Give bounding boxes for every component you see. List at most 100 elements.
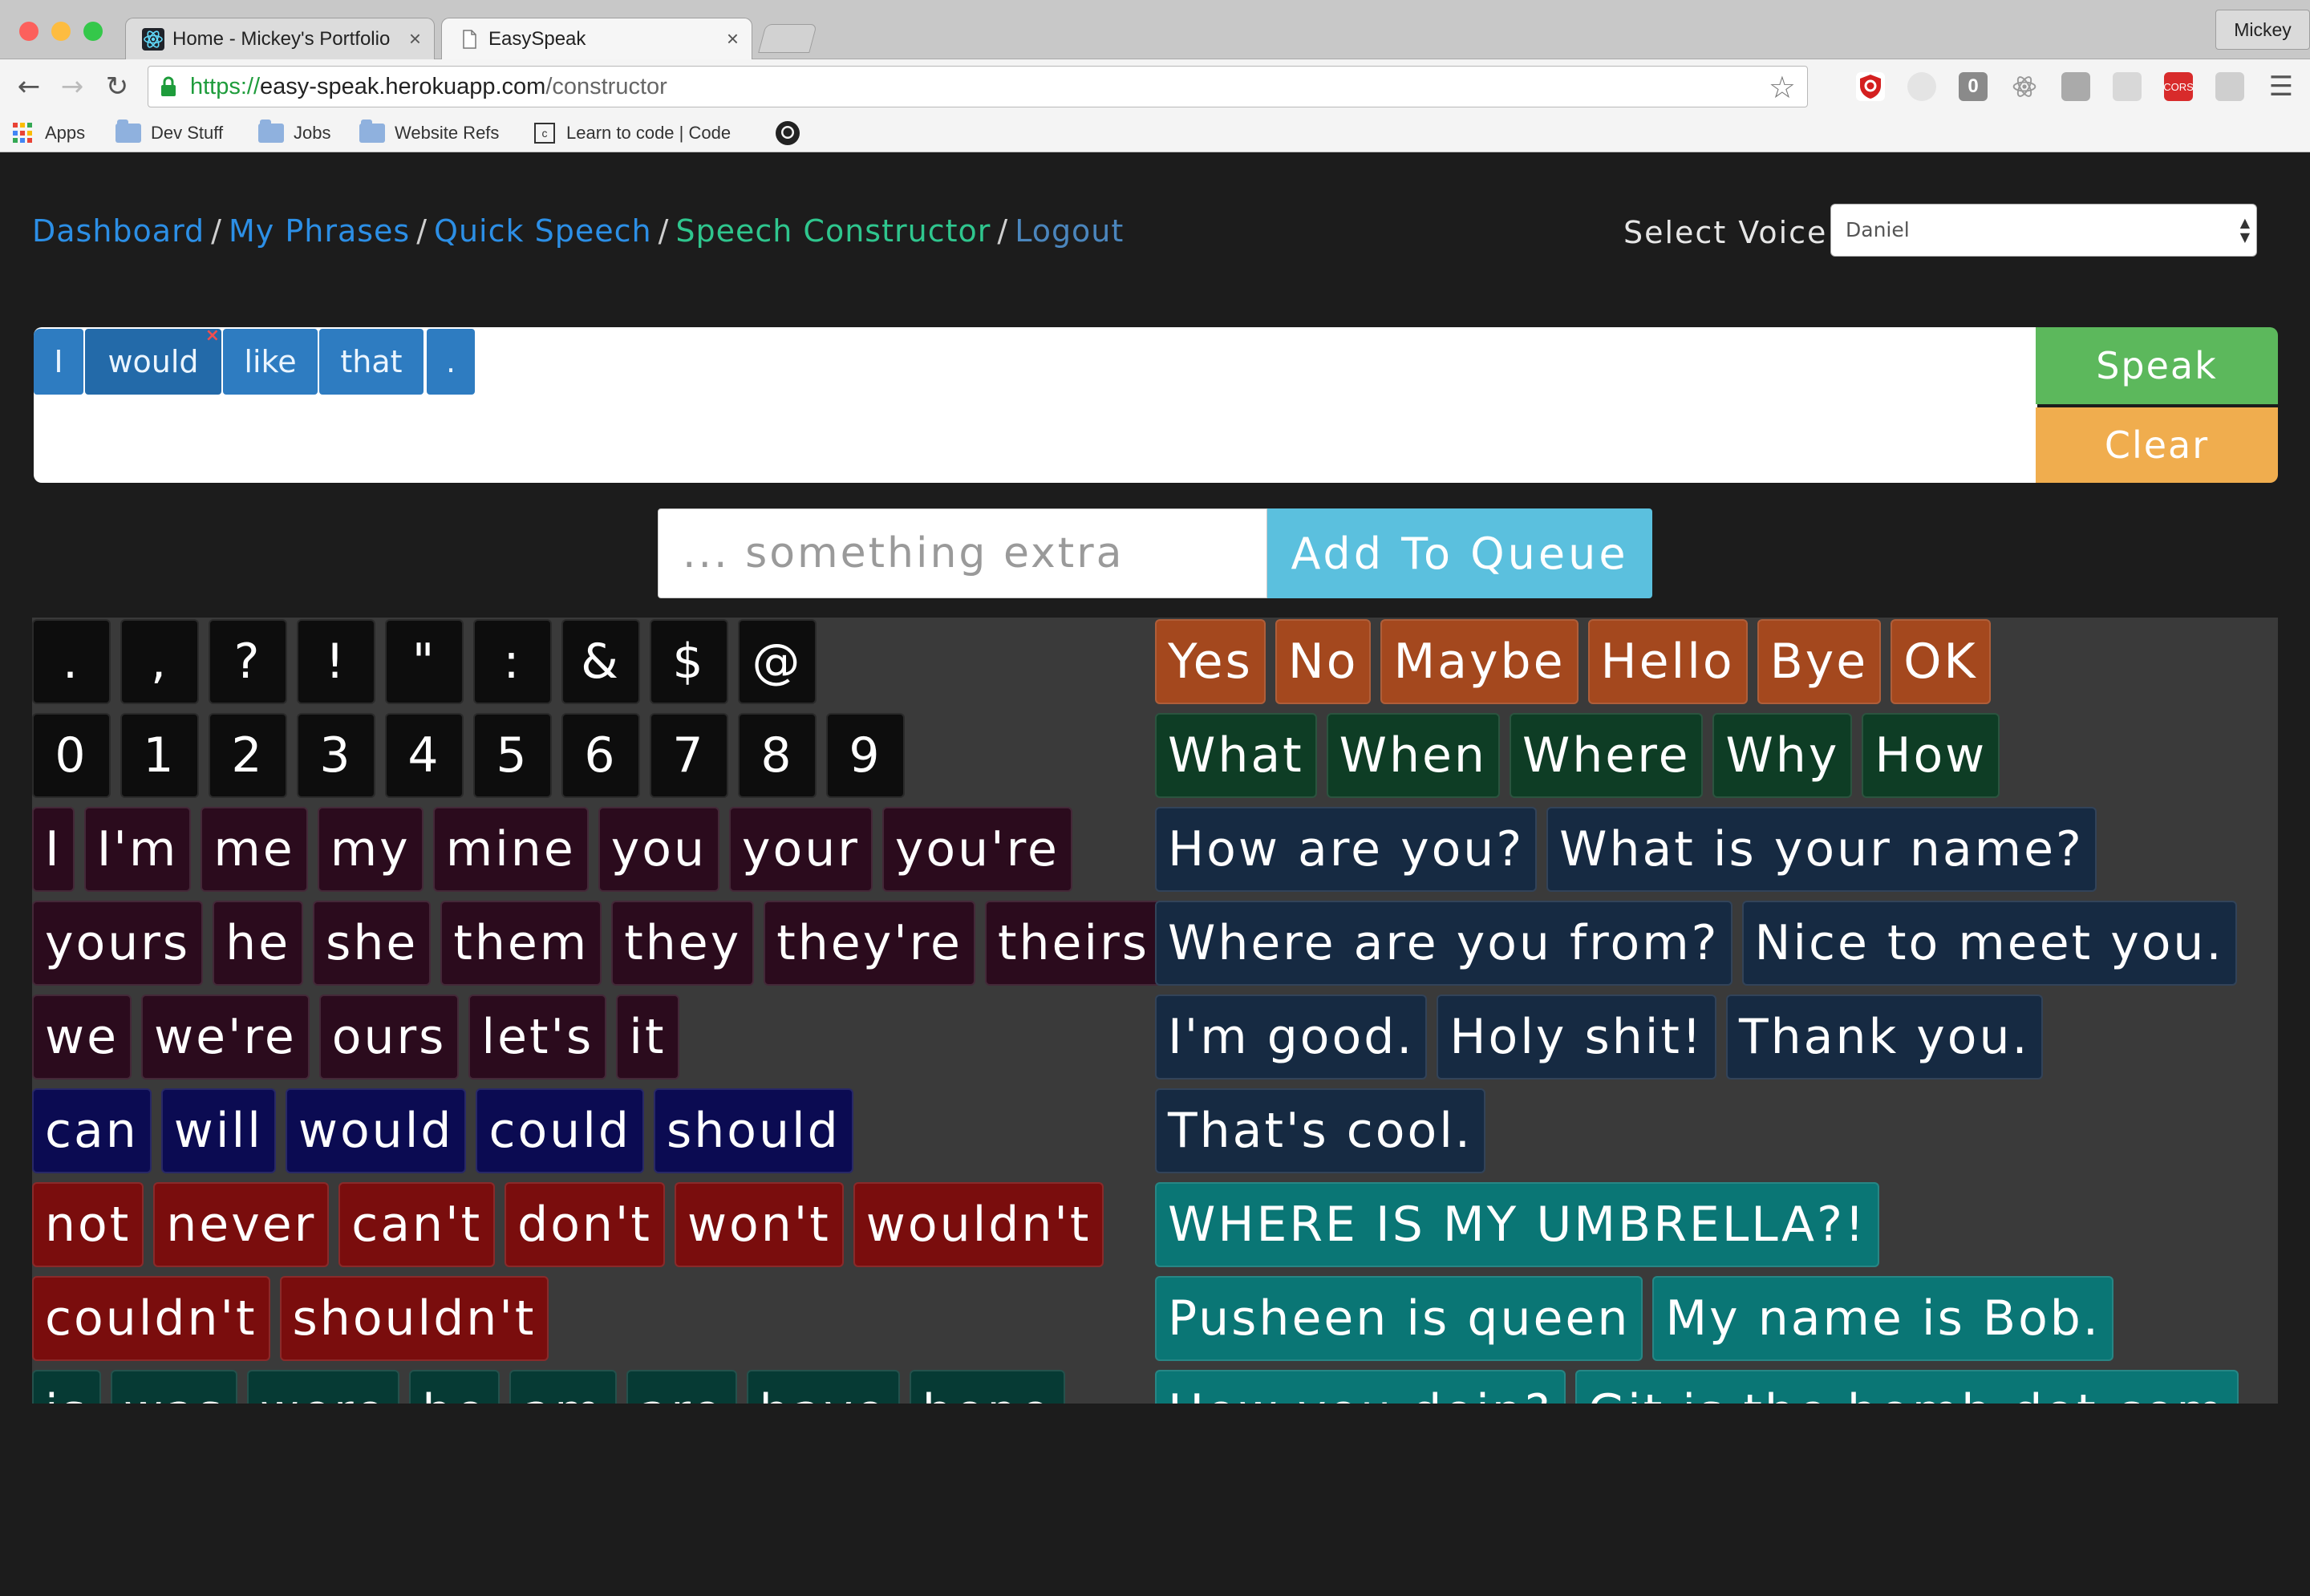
word-tile[interactable]: 0 [32,713,111,798]
speak-button[interactable]: Speak [2036,327,2278,404]
tab-portfolio[interactable]: Home - Mickey's Portfolio × [125,18,435,59]
word-tile[interactable]: will [160,1088,276,1173]
word-tile[interactable]: ours [318,994,460,1080]
ublock-icon[interactable] [1856,72,1885,101]
profile-button[interactable]: Mickey [2215,10,2310,50]
word-tile[interactable]: What [1155,713,1317,798]
word-tile[interactable]: I'm [83,807,192,892]
word-tile[interactable]: you [598,807,719,892]
cors-icon[interactable]: CORS [2163,72,2194,101]
word-tile[interactable]: can't [338,1182,496,1267]
word-tile[interactable]: mine [432,807,589,892]
word-tile[interactable]: your [729,807,873,892]
zero-icon[interactable]: 0 [1959,72,1988,101]
word-tile[interactable]: they [611,901,755,986]
word-tile[interactable]: them [440,901,602,986]
address-bar[interactable]: https://easy-speak.herokuapp.com/constru… [148,66,1808,107]
word-tile[interactable]: have [746,1370,900,1404]
add-to-queue-button[interactable]: Add To Queue [1267,508,1652,598]
bookmark-learn-to-code[interactable]: c Learn to code | Code [534,119,754,147]
word-tile[interactable]: Thank you. [1726,994,2043,1080]
word-tile[interactable]: let's [468,994,607,1080]
queue-word[interactable]: would × [85,326,221,395]
nav-logout[interactable]: Logout [1015,213,1124,249]
word-tile[interactable]: When [1326,713,1500,798]
word-tile[interactable]: they're [764,901,975,986]
word-tile[interactable]: not [32,1182,144,1267]
word-tile[interactable]: ! [297,619,375,704]
word-tile[interactable]: would [285,1088,467,1173]
word-tile[interactable]: we [32,994,132,1080]
word-tile[interactable]: How are you? [1155,807,1538,892]
word-tile[interactable]: $ [650,619,728,704]
voice-select[interactable]: Daniel ▲ ▼ [1830,204,2257,257]
word-tile[interactable]: hope [909,1370,1065,1404]
word-tile[interactable]: theirs [984,901,1163,986]
close-tab-icon[interactable]: × [409,26,421,51]
word-tile[interactable]: were [247,1370,400,1404]
menu-icon[interactable]: ☰ [2262,67,2300,106]
nav-speech-constructor[interactable]: Speech Constructor [675,213,991,249]
remove-word-icon[interactable]: × [205,326,220,346]
word-tile[interactable]: " [385,619,464,704]
word-tile[interactable]: you're [881,807,1072,892]
bookmark-jobs[interactable]: Jobs [258,119,330,147]
chrome-ext-icon[interactable] [2061,72,2090,101]
close-window-button[interactable] [19,22,38,41]
word-tile[interactable]: he [213,901,304,986]
bookmark-star-icon[interactable]: ☆ [1769,70,1796,105]
word-tile[interactable]: 9 [826,713,905,798]
speech-queue[interactable]: I would × like that . [34,326,2037,483]
forward-arrow-icon[interactable]: → [53,67,91,106]
word-tile[interactable]: yours [32,901,204,986]
word-tile[interactable]: 3 [297,713,375,798]
word-tile[interactable]: it [616,994,679,1080]
word-tile[interactable]: wouldn't [853,1182,1104,1267]
word-tile[interactable]: 2 [209,713,287,798]
bookmark-apps[interactable]: Apps [13,119,85,147]
word-tile[interactable]: Where are you from? [1155,901,1732,986]
queue-word[interactable]: like [223,329,318,395]
back-arrow-icon[interactable]: ← [10,67,48,106]
word-tile[interactable]: can [32,1088,152,1173]
word-tile[interactable]: couldn't [32,1276,270,1361]
word-tile[interactable]: I'm good. [1155,994,1428,1080]
word-tile[interactable]: How [1862,713,2000,798]
word-tile[interactable]: Pusheen is queen [1155,1276,1643,1361]
nav-my-phrases[interactable]: My Phrases [229,213,410,249]
reload-icon[interactable]: ↻ [98,67,136,106]
word-tile[interactable]: I [32,807,75,892]
word-tile[interactable]: 6 [561,713,640,798]
word-tile[interactable]: : [473,619,552,704]
word-tile[interactable]: is [32,1370,101,1404]
word-tile[interactable]: won't [674,1182,844,1267]
plugin-icon[interactable] [2215,72,2244,101]
clear-button[interactable]: Clear [2036,407,2278,483]
word-tile[interactable]: be [409,1370,500,1404]
word-tile[interactable]: Bye [1757,619,1882,704]
word-tile[interactable]: don't [505,1182,665,1267]
zoom-window-button[interactable] [83,22,103,41]
minimize-window-button[interactable] [51,22,71,41]
bookmark-website-refs[interactable]: Website Refs [359,119,499,147]
word-tile[interactable]: could [476,1088,644,1173]
word-tile[interactable]: shouldn't [279,1276,549,1361]
word-tile[interactable]: 1 [120,713,199,798]
close-tab-icon[interactable]: × [727,26,739,51]
word-tile[interactable]: My name is Bob. [1652,1276,2113,1361]
word-tile[interactable]: she [313,901,432,986]
word-tile[interactable]: That's cool. [1155,1088,1485,1173]
word-tile[interactable]: What is your name? [1546,807,2097,892]
word-tile[interactable]: my [317,807,424,892]
queue-word[interactable]: that [319,329,424,395]
word-tile[interactable]: Nice to meet you. [1741,901,2237,986]
word-tile[interactable]: Where [1509,713,1704,798]
word-tile[interactable]: Git is the bomb dot com [1574,1370,2239,1404]
word-tile[interactable]: Holy shit! [1437,994,1716,1080]
queue-word[interactable]: I [34,329,83,395]
nav-dashboard[interactable]: Dashboard [32,213,205,249]
ghost-icon[interactable] [1907,72,1936,101]
word-tile[interactable]: should [653,1088,853,1173]
queue-word[interactable]: . [427,329,475,395]
word-tile[interactable]: 8 [738,713,817,798]
